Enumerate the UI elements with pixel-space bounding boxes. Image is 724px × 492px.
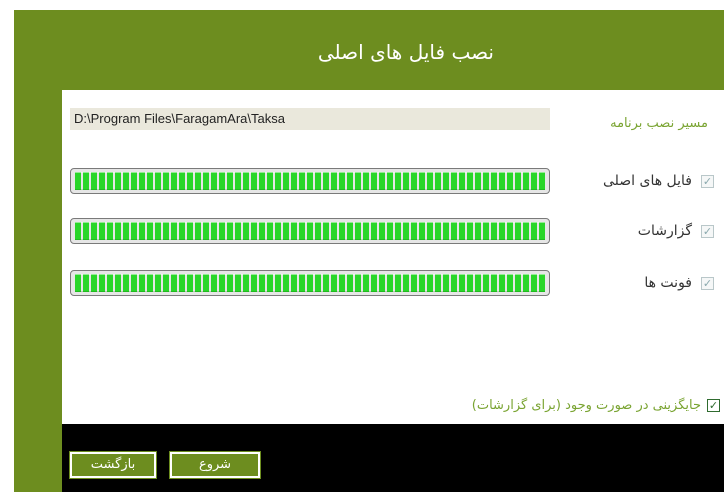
footer-bar: بازگشت شروع: [62, 424, 724, 492]
left-sidebar-band: [14, 10, 62, 492]
page-title: نصب فایل های اصلی: [317, 40, 494, 64]
progress-bar-reports: [70, 218, 550, 244]
install-path-label: مسیر نصب برنامه: [610, 116, 708, 131]
checkbox-fonts[interactable]: ✓: [701, 277, 714, 290]
checkbox-main-files[interactable]: ✓: [701, 175, 714, 188]
start-button[interactable]: شروع: [169, 451, 261, 479]
back-button[interactable]: بازگشت: [69, 451, 157, 479]
component-label: گزارشات: [637, 223, 692, 239]
progress-bar-fonts: [70, 270, 550, 296]
checkbox-replace-existing[interactable]: ✓: [707, 398, 720, 412]
install-path-field[interactable]: D:\Program Files\FaragamAra\Taksa: [70, 108, 550, 130]
replace-option-row[interactable]: ✓ جایگزینی در صورت وجود (برای گزارشات): [472, 396, 720, 414]
progress-fill: [75, 274, 545, 292]
component-label: فونت ها: [644, 275, 692, 291]
progress-fill: [75, 172, 545, 190]
component-row-reports: گزارشات ✓: [62, 218, 724, 248]
top-strip: [0, 0, 724, 10]
progress-bar-main-files: [70, 168, 550, 194]
progress-fill: [75, 222, 545, 240]
main-content: مسیر نصب برنامه D:\Program Files\Faragam…: [62, 90, 724, 424]
component-row-fonts: فونت ها ✓: [62, 270, 724, 300]
header-bar: نصب فایل های اصلی: [14, 10, 724, 90]
replace-option-label: جایگزینی در صورت وجود (برای گزارشات): [471, 397, 701, 413]
component-row-main-files: فایل های اصلی ✓: [62, 168, 724, 198]
component-label: فایل های اصلی: [602, 173, 692, 189]
checkbox-reports[interactable]: ✓: [701, 225, 714, 238]
